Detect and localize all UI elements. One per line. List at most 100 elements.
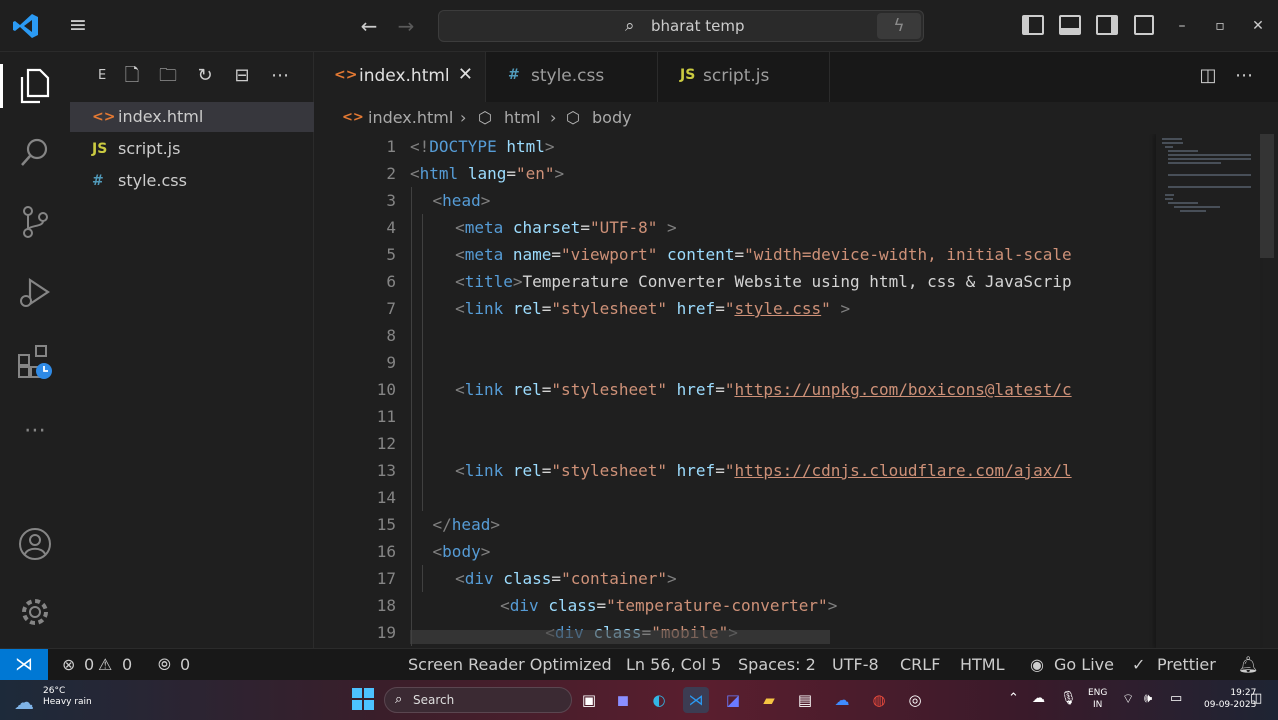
- vertical-scrollbar[interactable]: [1260, 134, 1274, 258]
- minimap[interactable]: [1156, 134, 1260, 648]
- explorer-icon[interactable]: [0, 64, 57, 108]
- more-actions-icon[interactable]: ⋯: [268, 64, 292, 88]
- breadcrumb-body[interactable]: body: [592, 108, 632, 127]
- tab-script-js[interactable]: JS script.js: [658, 52, 830, 102]
- app-icon[interactable]: ☁: [829, 687, 855, 713]
- code-line[interactable]: <link rel="stylesheet" href="style.css" …: [455, 295, 850, 322]
- code-area[interactable]: <!DOCTYPE html> <html lang="en"> <head> <me…: [410, 134, 1156, 648]
- cursor-position[interactable]: Ln 56, Col 5: [626, 655, 721, 674]
- go-live-button[interactable]: Go Live: [1054, 655, 1114, 674]
- code-line[interactable]: <meta name="viewport" content="width=dev…: [455, 241, 1072, 268]
- new-file-icon[interactable]: 🗋: [120, 64, 144, 88]
- microphone-icon[interactable]: 🎙︎: [1060, 691, 1077, 706]
- toggle-panel-icon[interactable]: [1059, 15, 1081, 35]
- editor-app-icon[interactable]: ◪: [720, 687, 746, 713]
- split-editor-icon[interactable]: ◫: [1196, 64, 1220, 88]
- volume-icon[interactable]: 🕪︎: [1144, 691, 1152, 706]
- minimize-button[interactable]: –: [1170, 14, 1194, 38]
- code-line[interactable]: <body>: [433, 538, 491, 565]
- more-icon[interactable]: ⋯: [13, 408, 57, 452]
- code-line[interactable]: </head>: [433, 511, 500, 538]
- chrome-icon[interactable]: ◍: [866, 687, 892, 713]
- remote-icon[interactable]: ⋊: [0, 649, 48, 681]
- code-line[interactable]: <html lang="en">: [410, 160, 564, 187]
- wifi-icon[interactable]: ⌔: [1122, 691, 1134, 707]
- editor-more-actions-icon[interactable]: ⋯: [1232, 64, 1256, 88]
- language-indicator[interactable]: ENG IN: [1088, 687, 1107, 711]
- file-item-script-js[interactable]: JS script.js: [70, 134, 314, 164]
- code-editor[interactable]: 1 2 3 4 5 6 7 8 9 10 11 12 13 14 15 16 17 18 19 <!DOCTYPE …: [314, 134, 1278, 648]
- weather-widget[interactable]: 26°C Heavy rain: [43, 686, 92, 708]
- file-item-index-html[interactable]: <> index.html: [70, 102, 314, 132]
- clock-date: 09-09-2023: [1204, 700, 1257, 710]
- teams-chat-icon[interactable]: ◼: [610, 687, 636, 713]
- collapse-all-icon[interactable]: ⊟: [230, 64, 254, 88]
- horizontal-scrollbar[interactable]: [410, 630, 830, 644]
- edge-browser-icon[interactable]: ◐: [646, 687, 672, 713]
- code-token: class: [503, 569, 552, 588]
- maximize-button[interactable]: ▫: [1208, 14, 1232, 38]
- code-line[interactable]: <!DOCTYPE html>: [410, 134, 555, 160]
- weather-cloud-icon[interactable]: ☁: [14, 690, 34, 714]
- error-count[interactable]: 0: [84, 655, 94, 674]
- chevron-up-icon[interactable]: ⌃: [1008, 691, 1019, 706]
- menu-icon[interactable]: ≡: [64, 14, 92, 38]
- battery-icon[interactable]: ▭: [1170, 691, 1182, 706]
- code-line[interactable]: <title>Temperature Converter Website usi…: [455, 268, 1072, 295]
- customize-layout-icon[interactable]: [1134, 15, 1154, 35]
- back-arrow-icon[interactable]: ←: [356, 13, 382, 39]
- encoding-status[interactable]: UTF-8: [832, 655, 879, 674]
- tab-index-html[interactable]: <> index.html ✕: [314, 52, 486, 102]
- vscode-logo-icon[interactable]: [12, 12, 40, 40]
- vscode-taskbar-icon[interactable]: ⋊: [683, 687, 709, 713]
- indentation-status[interactable]: Spaces: 2: [738, 655, 816, 674]
- accounts-icon[interactable]: [13, 522, 57, 566]
- error-icon[interactable]: ⊗: [62, 655, 75, 674]
- ports-icon[interactable]: ⦾: [158, 655, 171, 675]
- command-center-search[interactable]: ⌕ bharat temp ϟ: [438, 10, 924, 42]
- run-debug-icon[interactable]: [13, 270, 57, 314]
- close-tab-icon[interactable]: ✕: [458, 64, 473, 85]
- clock[interactable]: 19:27 09-09-2023: [1204, 687, 1256, 711]
- forward-arrow-icon[interactable]: →: [393, 13, 419, 39]
- refresh-icon[interactable]: ↻: [193, 64, 217, 88]
- windows-start-icon[interactable]: [352, 688, 374, 710]
- extensions-icon[interactable]: [13, 340, 57, 384]
- source-control-icon[interactable]: [13, 200, 57, 244]
- onedrive-icon[interactable]: ☁: [1032, 691, 1045, 706]
- code-line[interactable]: <link rel="stylesheet" href="https://cdn…: [455, 457, 1072, 484]
- app-icon[interactable]: ◎: [902, 687, 928, 713]
- breadcrumb-html[interactable]: html: [504, 108, 540, 127]
- notifications-bell-icon[interactable]: 🔔︎: [1238, 655, 1258, 674]
- taskbar-search[interactable]: ⌕ Search: [384, 687, 572, 713]
- search-icon[interactable]: [13, 130, 57, 174]
- ports-count[interactable]: 0: [180, 655, 190, 674]
- code-token: >: [840, 299, 851, 318]
- code-line[interactable]: <meta charset="UTF-8" >: [455, 214, 677, 241]
- warning-count[interactable]: 0: [122, 655, 132, 674]
- file-item-style-css[interactable]: # style.css: [70, 166, 314, 196]
- warning-icon[interactable]: ⚠: [98, 655, 112, 674]
- task-view-icon[interactable]: ▣: [576, 687, 602, 713]
- breadcrumb-file[interactable]: index.html: [368, 108, 453, 127]
- toggle-secondary-sidebar-icon[interactable]: [1096, 15, 1118, 35]
- settings-gear-icon[interactable]: [13, 590, 57, 634]
- lightning-icon[interactable]: ϟ: [877, 13, 921, 39]
- code-line[interactable]: <link rel="stylesheet" href="https://unp…: [455, 376, 1072, 403]
- prettier-status[interactable]: Prettier: [1157, 655, 1216, 674]
- tab-style-css[interactable]: # style.css: [486, 52, 658, 102]
- screen-reader-status[interactable]: Screen Reader Optimized: [408, 655, 612, 674]
- code-line[interactable]: <head>: [433, 187, 491, 214]
- eol-status[interactable]: CRLF: [900, 655, 940, 674]
- new-folder-icon[interactable]: 🗀: [156, 64, 180, 88]
- language-mode[interactable]: HTML: [960, 655, 1005, 674]
- close-button[interactable]: ✕: [1246, 14, 1270, 38]
- code-line[interactable]: <div class="temperature-converter">: [500, 592, 837, 619]
- toggle-sidebar-icon[interactable]: [1022, 15, 1044, 35]
- notification-icon[interactable]: ◫: [1250, 691, 1262, 706]
- store-icon[interactable]: ▤: [792, 687, 818, 713]
- code-line[interactable]: <div class="container">: [455, 565, 677, 592]
- line-number: 17: [376, 569, 396, 588]
- file-explorer-icon[interactable]: ▰: [756, 687, 782, 713]
- line-number: 9: [386, 353, 396, 372]
